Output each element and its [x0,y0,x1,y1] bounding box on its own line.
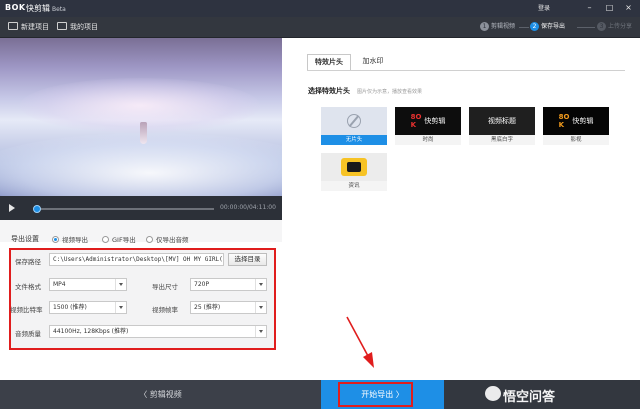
annotation-arrow-icon [346,316,374,368]
